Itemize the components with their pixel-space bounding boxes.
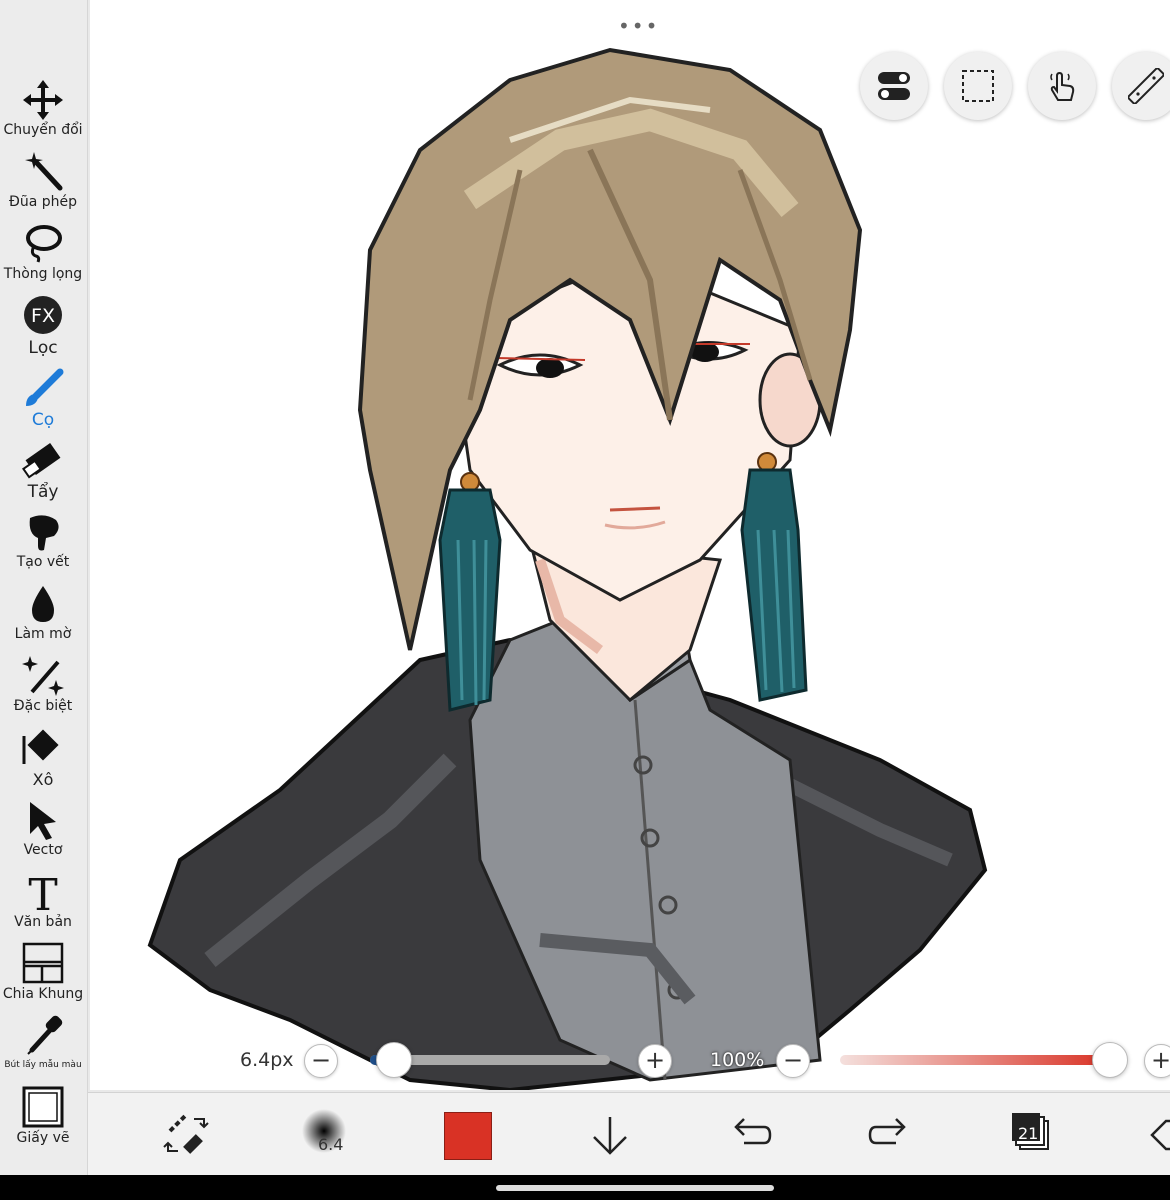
download-arrow-icon: [593, 1117, 627, 1155]
home-indicator[interactable]: [496, 1185, 774, 1191]
tool-text[interactable]: T Văn bản: [0, 868, 86, 940]
brush-icon: [26, 368, 64, 406]
redo-button[interactable]: [864, 1109, 916, 1161]
tool-eraser[interactable]: Tẩy: [0, 436, 86, 508]
tool-label: Cọ: [31, 410, 55, 430]
opacity-value: 100%: [710, 1049, 765, 1071]
special-sparkle-icon: [22, 656, 64, 696]
brush-size-knob[interactable]: [376, 1042, 412, 1078]
opacity-plus-button[interactable]: +: [1144, 1044, 1170, 1078]
opacity-track[interactable]: [840, 1055, 1110, 1065]
tool-frame-divider[interactable]: Chia Khung: [0, 940, 86, 1012]
tool-sidebar: Chuyển đổi Đũa phép Thòng lọng FX Lọc Cọ…: [0, 0, 88, 1175]
tool-magic-wand[interactable]: Đũa phép: [0, 148, 86, 220]
brush-size-minus-button[interactable]: −: [304, 1044, 338, 1078]
tool-label: Đặc biệt: [13, 698, 73, 714]
brush-size-value: 6.4px: [240, 1049, 294, 1071]
tool-label: Tẩy: [27, 482, 59, 502]
fx-filter-icon: FX: [24, 296, 62, 334]
touch-gesture-icon: [1050, 71, 1075, 101]
tool-label: Chia Khung: [2, 986, 84, 1002]
brush-size-plus-button[interactable]: +: [638, 1044, 672, 1078]
tool-label: Đũa phép: [8, 194, 77, 210]
toggle-settings-button[interactable]: [860, 52, 928, 120]
drawing-canvas[interactable]: •••: [90, 0, 1170, 1090]
download-button[interactable]: [584, 1109, 636, 1161]
vector-cursor-icon: [30, 802, 56, 840]
magic-wand-icon: [25, 152, 63, 191]
ruler-icon: [1128, 68, 1164, 104]
back-icon: [1150, 1119, 1170, 1151]
tool-bucket[interactable]: Xô: [0, 724, 86, 796]
touch-gesture-button[interactable]: [1028, 52, 1096, 120]
swap-brush-eraser-icon: [163, 1113, 209, 1154]
undo-icon: [734, 1118, 772, 1145]
more-options-dots[interactable]: •••: [618, 14, 659, 38]
tool-label: Xô: [32, 770, 54, 789]
selection-icon: [962, 70, 994, 102]
tool-label: Vectơ: [23, 842, 63, 858]
move-arrows-icon: [23, 80, 63, 120]
artwork-illustration: [147, 47, 988, 1090]
tool-canvas-paper[interactable]: Giấy vẽ: [0, 1084, 86, 1156]
tool-brush[interactable]: Cọ: [0, 364, 86, 436]
swap-brush-eraser-button[interactable]: [160, 1109, 212, 1161]
tool-label: Thòng lọng: [3, 266, 83, 282]
blur-drop-icon: [32, 586, 54, 622]
eraser-icon: [22, 443, 61, 479]
text-icon: T: [28, 870, 57, 914]
tool-eyedropper[interactable]: Bút lấy mẫu màu: [0, 1012, 86, 1084]
opacity-minus-button[interactable]: −: [776, 1044, 810, 1078]
undo-button[interactable]: [724, 1109, 776, 1161]
tool-vector[interactable]: Vectơ: [0, 796, 86, 868]
tool-label: Chuyển đổi: [3, 122, 83, 138]
selection-button[interactable]: [944, 52, 1012, 120]
tool-lasso[interactable]: Thòng lọng: [0, 220, 86, 292]
tool-label: Lọc: [28, 338, 58, 358]
tool-label: Giấy vẽ: [16, 1130, 70, 1146]
back-button[interactable]: [1144, 1109, 1170, 1161]
brush-preview-size: 6.4: [318, 1135, 344, 1154]
tool-label: Bút lấy mẫu màu: [4, 1060, 82, 1070]
text-icon-glyph: T: [28, 870, 57, 914]
canvas-paper-icon: [22, 1086, 64, 1128]
tool-blur[interactable]: Làm mờ: [0, 580, 86, 652]
tool-label: Văn bản: [14, 914, 72, 930]
color-swatch[interactable]: [444, 1112, 492, 1160]
eyedropper-icon: [27, 1015, 63, 1055]
tool-label: Làm mờ: [14, 626, 72, 642]
smudge-icon: [29, 515, 59, 551]
tool-special[interactable]: Đặc biệt: [0, 652, 86, 724]
opacity-knob[interactable]: [1092, 1042, 1128, 1078]
frame-divider-icon: [22, 942, 64, 984]
redo-icon: [868, 1118, 906, 1145]
tool-transform[interactable]: Chuyển đổi: [0, 76, 86, 148]
toggle-settings-icon: [878, 72, 910, 100]
tool-smudge[interactable]: Tạo vết: [0, 508, 86, 580]
bottom-toolbar: 6.4 21: [88, 1092, 1170, 1175]
tool-filter[interactable]: FX Lọc: [0, 292, 86, 364]
lasso-icon: [26, 225, 62, 263]
bucket-icon: [22, 729, 59, 764]
ibispaint-screen: ••• 6.4px − + 100% − + Chuyển đổi Đũa ph…: [0, 0, 1170, 1200]
layers-count: 21: [1018, 1124, 1039, 1143]
brush-slider-row: 6.4px − + 100% − +: [90, 1036, 1170, 1086]
fx-icon-text: FX: [31, 305, 55, 327]
tool-label: Tạo vết: [16, 554, 70, 570]
